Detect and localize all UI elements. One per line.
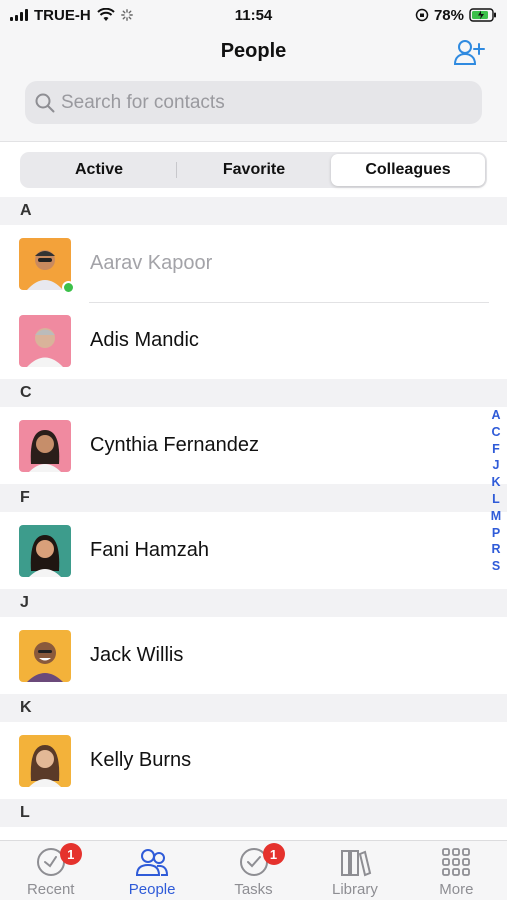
books-icon xyxy=(340,850,372,877)
notification-badge: 1 xyxy=(262,843,285,865)
add-person-icon[interactable] xyxy=(453,38,485,66)
segment-active[interactable]: Active xyxy=(22,154,176,186)
battery-charging-icon xyxy=(469,8,496,22)
notification-badge: 1 xyxy=(59,843,82,865)
segmented-control-area: Active Favorite Colleagues xyxy=(0,143,507,197)
section-header-k: K xyxy=(0,694,507,722)
index-letter[interactable]: M xyxy=(491,508,501,525)
status-bar: TRUE-H 11:54 78% xyxy=(0,0,507,30)
tab-bar: 1 Recent People 1 Tasks Library More xyxy=(0,840,507,900)
clock-time: 11:54 xyxy=(234,6,273,24)
contact-row[interactable]: Adis Mandic xyxy=(0,302,507,379)
tab-label: Library xyxy=(331,881,378,898)
section-header-l: L xyxy=(0,799,507,827)
contact-name: Adis Mandic xyxy=(90,329,199,351)
contact-name: Kelly Burns xyxy=(90,749,192,771)
grid-icon xyxy=(442,848,471,876)
contact-row[interactable]: Fani Hamzah xyxy=(0,512,507,589)
index-letter[interactable]: F xyxy=(492,441,500,458)
header: People xyxy=(0,30,507,142)
alphabet-index[interactable]: A C F J K L M P R S xyxy=(489,407,503,575)
section-header-a: A xyxy=(0,197,507,225)
tab-recent[interactable]: 1 Recent xyxy=(0,841,101,900)
tab-label: Tasks xyxy=(234,881,273,898)
avatar xyxy=(19,734,71,787)
tab-label: Recent xyxy=(26,881,75,898)
section-header-c: C xyxy=(0,379,507,407)
contact-name: Jack Willis xyxy=(90,644,184,666)
tab-label: More xyxy=(439,881,474,898)
search-input[interactable] xyxy=(61,91,451,114)
search-bar[interactable] xyxy=(25,81,482,124)
contact-name: Aarav Kapoor xyxy=(90,252,213,274)
avatar xyxy=(19,524,71,577)
tab-library[interactable]: Library xyxy=(304,841,405,900)
avatar xyxy=(19,237,75,294)
section-header-j: J xyxy=(0,589,507,617)
index-letter[interactable]: J xyxy=(493,457,500,474)
contact-name: Fani Hamzah xyxy=(90,539,209,561)
avatar xyxy=(19,314,71,367)
contact-row-partial[interactable] xyxy=(0,827,507,840)
orientation-lock-icon xyxy=(415,8,429,22)
tab-more[interactable]: More xyxy=(406,841,507,900)
index-letter[interactable]: L xyxy=(492,491,500,508)
contact-row[interactable]: Aarav Kapoor xyxy=(0,225,507,302)
search-icon xyxy=(35,93,55,112)
activity-spinner-icon xyxy=(120,9,133,21)
index-letter[interactable]: R xyxy=(491,541,500,558)
index-letter[interactable]: S xyxy=(492,558,500,575)
page-title: People xyxy=(220,40,287,62)
people-icon xyxy=(136,849,169,876)
signal-icon xyxy=(10,9,28,21)
segment-colleagues[interactable]: Colleagues xyxy=(331,154,485,186)
avatar xyxy=(19,419,71,472)
tab-tasks[interactable]: 1 Tasks xyxy=(203,841,304,900)
contact-list[interactable]: A Aarav Kapoor Adis Mandic C Cynthia Fer… xyxy=(0,197,507,840)
segment-favorite[interactable]: Favorite xyxy=(177,154,331,186)
wifi-icon xyxy=(96,8,115,21)
index-letter[interactable]: P xyxy=(492,525,500,542)
contact-row[interactable]: Cynthia Fernandez xyxy=(0,407,507,484)
contact-row[interactable]: Kelly Burns xyxy=(0,722,507,799)
tab-label: People xyxy=(128,881,176,898)
tab-people[interactable]: People xyxy=(101,841,202,900)
contact-row[interactable]: Jack Willis xyxy=(0,617,507,694)
index-letter[interactable]: K xyxy=(491,474,500,491)
index-letter[interactable]: C xyxy=(491,424,500,441)
carrier-label: TRUE-H xyxy=(34,6,91,24)
section-header-f: F xyxy=(0,484,507,512)
contact-name: Cynthia Fernandez xyxy=(90,434,259,456)
avatar xyxy=(19,629,71,682)
segmented-control: Active Favorite Colleagues xyxy=(20,152,487,188)
index-letter[interactable]: A xyxy=(491,407,500,424)
online-status-indicator xyxy=(62,280,75,294)
battery-percent: 78% xyxy=(433,6,464,24)
